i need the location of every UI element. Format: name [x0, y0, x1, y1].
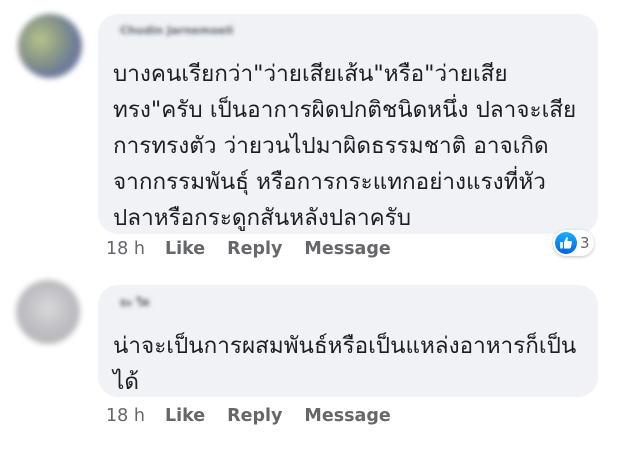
- reply-button[interactable]: Reply: [227, 239, 282, 259]
- comment-actions: 18 h Like Reply Message: [106, 237, 413, 261]
- comments-panel: Chudin Jarnemoeli บางคนเรียกว่า"ว่ายเสีย…: [0, 0, 628, 449]
- comment-line: จากกรรมพันธุ์ หรือการกระแทกอย่างแรงที่หั…: [113, 169, 546, 195]
- comment-line: ทรง"ครับ เป็นอาการผิดปกติชนิดหนึ่ง ปลาจะ…: [113, 97, 577, 123]
- message-button[interactable]: Message: [304, 406, 390, 426]
- comment-line: การทรงตัว ว่ายวนไปมาผิดธรรมชาติ อาจเกิด: [113, 133, 549, 159]
- comment-actions: 18 h Like Reply Message: [106, 404, 413, 428]
- timestamp[interactable]: 18 h: [106, 406, 145, 426]
- comment-line: น่าจะเป็นการผสมพันธ์หรือเป็นแหล่งอาหารก็…: [113, 333, 577, 359]
- like-button[interactable]: Like: [165, 239, 205, 259]
- comment-author[interactable]: ยะ วิต: [120, 293, 150, 309]
- comment-line: บางคนเรียกว่า"ว่ายเสียเส้น"หรือ"ว่ายเสีย: [113, 61, 508, 87]
- reply-button[interactable]: Reply: [227, 406, 282, 426]
- reaction-summary[interactable]: 3: [553, 230, 594, 256]
- timestamp[interactable]: 18 h: [106, 239, 145, 259]
- avatar[interactable]: [18, 14, 82, 78]
- like-button[interactable]: Like: [165, 406, 205, 426]
- comment-line: ปลาหรือกระดูกสันหลังปลาครับ: [113, 205, 412, 231]
- reaction-count: 3: [580, 234, 590, 252]
- comment-text: น่าจะเป็นการผสมพันธ์หรือเป็นแหล่งอาหารก็…: [113, 328, 576, 400]
- comment-author[interactable]: Chudin Jarnemoeli: [120, 24, 233, 38]
- comment-text: บางคนเรียกว่า"ว่ายเสียเส้น"หรือ"ว่ายเสีย…: [113, 56, 576, 236]
- comment-line: ได้: [113, 369, 139, 395]
- avatar[interactable]: [16, 280, 80, 344]
- thumbs-up-icon: [555, 232, 577, 254]
- message-button[interactable]: Message: [304, 239, 390, 259]
